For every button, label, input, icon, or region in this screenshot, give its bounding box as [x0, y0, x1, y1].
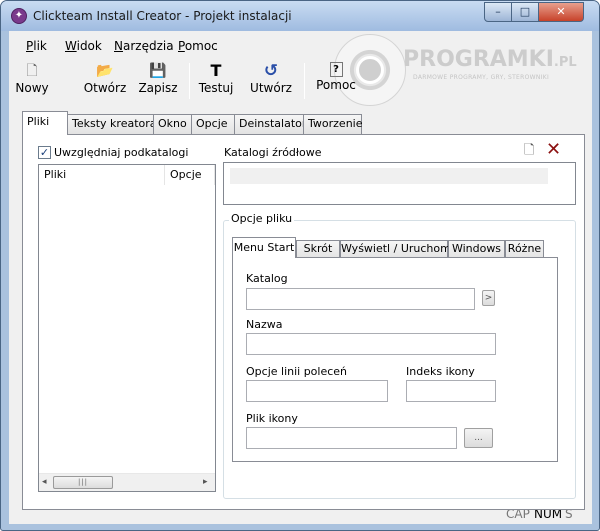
source-folders-label: Katalogi źródłowe [224, 146, 322, 159]
scroll-thumb[interactable]: ||| [53, 476, 113, 489]
katalog-label: Katalog [246, 272, 288, 285]
app-window: ✦ Clickteam Install Creator - Projekt in… [0, 0, 600, 531]
files-horizontal-scrollbar[interactable]: ◂ ||| ▸ [39, 473, 215, 491]
tab-teksty-kreatora[interactable]: Teksty kreatora [67, 114, 157, 134]
tab-pliki[interactable]: Pliki [22, 111, 68, 135]
delete-icon[interactable]: ✕ [546, 140, 561, 160]
list-item[interactable] [230, 168, 548, 184]
minimize-button[interactable]: – [484, 2, 512, 22]
help-button[interactable]: ? Pomoc [314, 62, 358, 92]
icon-file-field[interactable] [246, 427, 457, 449]
build-button[interactable]: ↺ Utwórz [247, 62, 295, 95]
toolbar-separator [304, 63, 305, 99]
client-area: Plik Widok Narzędzia Pomoc PROGRAMKI.PL … [9, 31, 592, 524]
scroll-left-icon[interactable]: ◂ [42, 477, 47, 487]
browse-icon-button[interactable]: ... [464, 428, 493, 448]
tab-opcje[interactable]: Opcje [191, 114, 235, 134]
tab-rozne[interactable]: Różne [505, 240, 544, 258]
katalog-arrow-button[interactable]: > [482, 290, 495, 306]
watermark-logo-dot [356, 56, 384, 84]
test-t-icon: T [210, 61, 222, 80]
tab-wyswietl-uruchom[interactable]: Wyświetl / Uruchom [340, 240, 451, 258]
open-folder-icon: 📂 [96, 63, 114, 79]
katalog-field[interactable] [246, 288, 475, 310]
save-disk-icon: 💾 [149, 63, 167, 79]
tab-skrot[interactable]: Skrót [296, 240, 340, 258]
maximize-button[interactable]: □ [511, 2, 539, 22]
save-button[interactable]: 💾 Zapisz [137, 62, 179, 95]
katalog-input[interactable] [247, 289, 474, 309]
icon-index-field[interactable] [406, 380, 496, 402]
tab-tworzenie[interactable]: Tworzenie [303, 114, 362, 134]
nazwa-input[interactable] [247, 334, 495, 354]
file-options-label: Opcje pliku [229, 212, 295, 225]
include-subfolders-label[interactable]: Uwzględniaj podkatalogi [54, 146, 188, 159]
window-title: Clickteam Install Creator - Projekt inst… [33, 9, 292, 23]
cmdline-options-field[interactable] [246, 380, 388, 402]
test-button[interactable]: T Testuj [196, 61, 236, 96]
tab-deinstalator[interactable]: Deinstalator [234, 114, 306, 134]
watermark-tagline: DARMOWE PROGRAMY, GRY, STEROWNIKI [413, 74, 550, 81]
menu-widok[interactable]: Widok [65, 39, 102, 53]
scroll-right-icon[interactable]: ▸ [203, 477, 208, 487]
title-bar[interactable]: ✦ Clickteam Install Creator - Projekt in… [1, 1, 599, 31]
cmdline-options-input[interactable] [247, 381, 387, 401]
tab-menu-start[interactable]: Menu Start [232, 237, 296, 258]
menu-pomoc[interactable]: Pomoc [178, 39, 218, 53]
open-button[interactable]: 📂 Otwórz [81, 62, 129, 95]
menu-plik[interactable]: Plik [26, 39, 47, 53]
source-folders-list[interactable] [223, 162, 576, 205]
column-header-opcje[interactable]: Opcje [165, 165, 215, 185]
tab-okno[interactable]: Okno [153, 114, 192, 134]
include-subfolders-checkbox[interactable]: ✓ [38, 146, 51, 159]
new-button[interactable]: 🗋 Nowy [12, 62, 52, 95]
column-header-pliki[interactable]: Pliki [39, 165, 165, 185]
build-arrow-icon: ↺ [263, 61, 279, 81]
files-list[interactable]: Pliki Opcje ◂ ||| ▸ [38, 164, 216, 492]
toolbar-separator [189, 63, 190, 99]
help-icon: ? [329, 62, 343, 77]
nazwa-label: Nazwa [246, 318, 283, 331]
watermark-logo: PROGRAMKI.PL [403, 47, 577, 72]
app-icon[interactable]: ✦ [11, 8, 27, 24]
icon-index-input[interactable] [407, 381, 495, 401]
close-button[interactable]: ✕ [538, 2, 584, 22]
icon-file-label: Plik ikony [246, 412, 298, 425]
icon-file-input[interactable] [247, 428, 456, 448]
nazwa-field[interactable] [246, 333, 496, 355]
cmdline-options-label: Opcje linii poleceń [246, 365, 348, 378]
icon-index-label: Indeks ikony [406, 365, 475, 378]
new-folder-icon[interactable]: 🗋 [524, 143, 538, 159]
new-document-icon: 🗋 [26, 63, 38, 79]
menu-narzedzia[interactable]: Narzędzia [114, 39, 174, 53]
tab-windows[interactable]: Windows [448, 240, 505, 258]
